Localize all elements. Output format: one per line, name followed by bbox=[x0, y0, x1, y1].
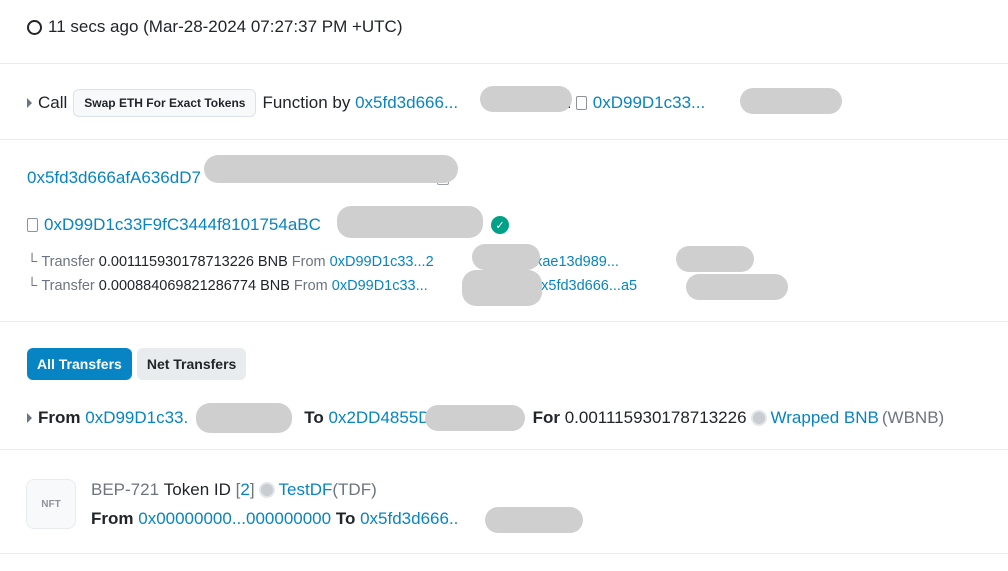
internal-transfer: └ Transfer 0.000884069821286774 BNB From… bbox=[27, 278, 638, 294]
tab-all-transfers[interactable]: All Transfers bbox=[27, 348, 132, 380]
from-link[interactable]: 0xD99D1c33... bbox=[332, 278, 428, 294]
redaction bbox=[686, 274, 788, 300]
from-link[interactable]: 0xD99D1c33. bbox=[85, 408, 188, 428]
call-row: Call Swap ETH For Exact Tokens Function … bbox=[0, 64, 1008, 140]
method-badge: Swap ETH For Exact Tokens bbox=[73, 89, 257, 117]
redaction bbox=[337, 206, 483, 238]
to-contract-link[interactable]: 0xD99D1c33F9fC3444f8101754aBC bbox=[44, 215, 321, 235]
amount: 0.001115930178713226 bbox=[564, 408, 747, 427]
redaction bbox=[740, 88, 842, 114]
nft-section: NFT BEP-721 Token ID [2] TestDF (TDF) Fr… bbox=[0, 450, 1008, 554]
verified-icon: ✓ bbox=[490, 216, 509, 234]
addresses-section: 0x5fd3d666afA636dD7 0xD99D1c33F9fC3444f8… bbox=[0, 140, 1008, 322]
for-label: For bbox=[532, 408, 560, 427]
to-link[interactable]: 0x5fd3d666...a5 bbox=[533, 278, 637, 294]
call-label: Call bbox=[38, 93, 68, 112]
redaction bbox=[676, 246, 754, 272]
clock-icon bbox=[27, 19, 42, 35]
timestamp-row: 11 secs ago (Mar-28-2024 07:27:37 PM +UT… bbox=[0, 0, 1008, 64]
redaction bbox=[472, 244, 540, 270]
function-by-label: Function by bbox=[262, 93, 351, 112]
redaction bbox=[196, 403, 293, 433]
from-link[interactable]: 0xD99D1c33...2 bbox=[330, 254, 434, 270]
expand-icon[interactable] bbox=[27, 98, 32, 108]
token-icon bbox=[750, 410, 767, 426]
contract-icon bbox=[575, 96, 587, 110]
token-link[interactable]: TestDF bbox=[279, 480, 333, 500]
redaction bbox=[480, 86, 572, 112]
contract-icon bbox=[27, 218, 38, 232]
tab-net-transfers[interactable]: Net Transfers bbox=[136, 348, 247, 380]
nft-icon: NFT bbox=[26, 479, 76, 529]
from-address-link[interactable]: 0x5fd3d666afA636dD7 bbox=[27, 168, 201, 188]
timestamp: 11 secs ago (Mar-28-2024 07:27:37 PM +UT… bbox=[48, 17, 403, 36]
from-link[interactable]: 0x00000000...000000000 bbox=[138, 509, 331, 529]
redaction bbox=[485, 507, 583, 533]
contract-link[interactable]: 0xD99D1c33... bbox=[593, 93, 705, 113]
redaction bbox=[204, 155, 458, 183]
token-id-link[interactable]: 2 bbox=[240, 480, 249, 500]
caller-link[interactable]: 0x5fd3d666... bbox=[355, 93, 458, 113]
redaction bbox=[462, 270, 542, 306]
to-link[interactable]: 0xae13d989... bbox=[527, 254, 619, 270]
to-link[interactable]: 0x2DD4855D bbox=[329, 408, 431, 428]
expand-icon[interactable] bbox=[27, 413, 32, 423]
token-link[interactable]: Wrapped BNB bbox=[771, 408, 879, 428]
to-link[interactable]: 0x5fd3d666.. bbox=[360, 509, 458, 529]
token-transfers-section: All Transfers Net Transfers From 0xD99D1… bbox=[0, 322, 1008, 450]
token-icon bbox=[258, 482, 275, 498]
redaction bbox=[424, 405, 525, 431]
